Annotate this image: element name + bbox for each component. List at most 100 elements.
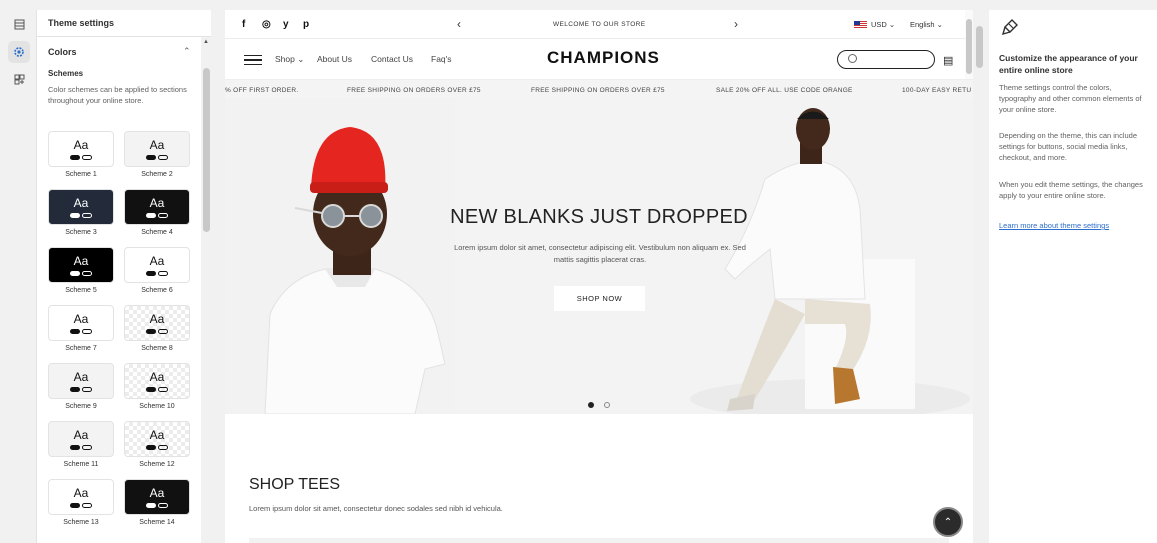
scheme-sample-text: Aa <box>73 253 89 268</box>
settings-panel: Theme settings Colors ⌃ Schemes Color sc… <box>36 10 211 543</box>
marquee-item: FREE SHIPPING ON ORDERS OVER £75 <box>347 87 481 94</box>
scheme-sample-text: Aa <box>149 195 165 210</box>
store-preview: f ◎ y p ‹ WELCOME TO OUR STORE › USD ⌄ E… <box>225 10 973 543</box>
scheme-button-preview <box>70 386 92 392</box>
cart-icon[interactable]: ▤ <box>943 54 953 67</box>
icon-rail <box>0 10 36 543</box>
scheme-swatch[interactable]: Aa <box>48 247 114 283</box>
announcement-bar: f ◎ y p ‹ WELCOME TO OUR STORE › USD ⌄ E… <box>225 10 973 39</box>
scheme-swatch[interactable]: Aa <box>48 305 114 341</box>
outline-button-sample <box>82 386 92 392</box>
learn-more-link[interactable]: Learn more about theme settings <box>999 221 1109 230</box>
scheme-label: Scheme 3 <box>65 229 97 236</box>
scheme-button-preview <box>70 444 92 450</box>
outline-button-sample <box>158 386 168 392</box>
scheme-swatch[interactable]: Aa <box>124 247 190 283</box>
outline-button-sample <box>82 270 92 276</box>
language-selector[interactable]: English ⌄ <box>910 20 943 29</box>
hero-description: Lorem ipsum dolor sit amet, consectetur … <box>454 243 746 264</box>
scheme-swatch[interactable]: Aa <box>124 363 190 399</box>
scheme-swatch[interactable]: Aa <box>124 189 190 225</box>
settings-header: Theme settings <box>37 10 211 37</box>
outline-button-sample <box>82 328 92 334</box>
marquee-item: 100-DAY EASY RETU <box>902 87 972 94</box>
scheme-sample-text: Aa <box>149 253 165 268</box>
chevron-up-icon[interactable]: ⌃ <box>183 46 191 57</box>
main-navigation: Shop ⌄ About Us Contact Us Faq's CHAMPIO… <box>225 39 973 79</box>
scheme-label: Scheme 4 <box>141 229 173 236</box>
announcement-prev-arrow[interactable]: ‹ <box>457 17 461 31</box>
outline-button-sample <box>158 444 168 450</box>
scheme-swatch[interactable]: Aa <box>124 479 190 515</box>
facebook-icon[interactable]: f <box>242 19 245 30</box>
nav-contact[interactable]: Contact Us <box>371 54 413 64</box>
scheme-sample-text: Aa <box>149 311 165 326</box>
scheme-swatch[interactable]: Aa <box>48 479 114 515</box>
scheme-button-preview <box>146 386 168 392</box>
theme-settings-icon[interactable] <box>8 41 30 63</box>
announcement-text: WELCOME TO OUR STORE <box>553 21 646 28</box>
us-flag-icon <box>854 21 867 29</box>
search-input[interactable] <box>837 50 935 69</box>
scheme-sample-text: Aa <box>149 427 165 442</box>
outline-button-sample <box>158 502 168 508</box>
scheme-swatch[interactable]: Aa <box>124 131 190 167</box>
preview-outer-scrollbar[interactable] <box>973 10 987 543</box>
solid-button-sample <box>146 328 156 334</box>
settings-scroll-thumb[interactable] <box>203 68 210 232</box>
schemes-description: Color schemes can be applied to sections… <box>48 85 187 105</box>
app-blocks-icon[interactable] <box>8 68 30 90</box>
scheme-button-preview <box>146 212 168 218</box>
scheme-button-preview <box>146 502 168 508</box>
scheme-sample-text: Aa <box>73 195 89 210</box>
announcement-next-arrow[interactable]: › <box>734 17 738 31</box>
colors-group-title[interactable]: Colors <box>48 47 77 57</box>
solid-button-sample <box>70 270 80 276</box>
scheme-swatch[interactable]: Aa <box>124 421 190 457</box>
scheme-label: Scheme 1 <box>65 171 97 178</box>
preview-scroll-thumb[interactable] <box>966 19 972 74</box>
scheme-swatch[interactable]: Aa <box>48 131 114 167</box>
twitter-icon[interactable]: y <box>283 19 289 30</box>
scheme-label: Scheme 13 <box>63 519 99 526</box>
solid-button-sample <box>146 212 156 218</box>
scheme-button-preview <box>70 270 92 276</box>
scroll-to-top-button[interactable]: ⌃ <box>933 507 963 537</box>
help-paragraph-3: When you edit theme settings, the change… <box>999 180 1143 200</box>
scheme-sample-text: Aa <box>73 311 89 326</box>
nav-shop[interactable]: Shop ⌄ <box>275 54 304 65</box>
solid-button-sample <box>70 386 80 392</box>
solid-button-sample <box>70 502 80 508</box>
scheme-swatch[interactable]: Aa <box>48 363 114 399</box>
store-logo[interactable]: CHAMPIONS <box>547 48 660 68</box>
nav-faq[interactable]: Faq's <box>431 54 452 64</box>
solid-button-sample <box>146 154 156 160</box>
scheme-sample-text: Aa <box>73 369 89 384</box>
instagram-icon[interactable]: ◎ <box>262 19 271 30</box>
outline-button-sample <box>158 212 168 218</box>
scheme-swatch[interactable]: Aa <box>48 421 114 457</box>
marquee-item: % OFF FIRST ORDER. <box>225 87 299 94</box>
scheme-label: Scheme 14 <box>139 519 175 526</box>
scheme-sample-text: Aa <box>73 427 89 442</box>
scheme-button-preview <box>70 328 92 334</box>
slide-dot[interactable] <box>604 402 610 408</box>
sections-icon[interactable] <box>8 13 30 35</box>
menu-icon[interactable] <box>244 55 262 65</box>
solid-button-sample <box>70 444 80 450</box>
outline-button-sample <box>82 444 92 450</box>
preview-outer-scroll-thumb[interactable] <box>976 26 983 68</box>
currency-selector[interactable]: USD ⌄ <box>871 20 895 29</box>
nav-about[interactable]: About Us <box>317 54 352 64</box>
pinterest-icon[interactable]: p <box>303 19 309 30</box>
scheme-swatch[interactable]: Aa <box>124 305 190 341</box>
marquee-item: FREE SHIPPING ON ORDERS OVER £75 <box>531 87 665 94</box>
outline-button-sample <box>158 154 168 160</box>
scheme-swatch[interactable]: Aa <box>48 189 114 225</box>
slide-dot-active[interactable] <box>588 402 594 408</box>
outline-button-sample <box>82 212 92 218</box>
scheme-label: Scheme 10 <box>139 403 175 410</box>
shop-now-button[interactable]: SHOP NOW <box>554 286 645 311</box>
scroll-up-arrow-icon[interactable]: ▲ <box>203 39 209 45</box>
outline-button-sample <box>158 328 168 334</box>
